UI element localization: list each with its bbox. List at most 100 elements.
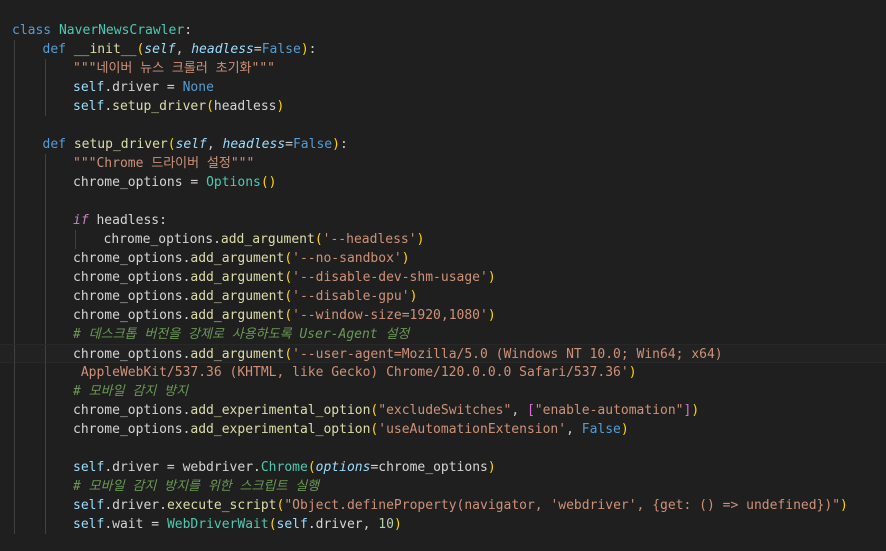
code-token: self <box>144 42 176 57</box>
indent-guide <box>14 401 15 420</box>
indent-guide <box>75 230 76 249</box>
line-text: AppleWebKit/537.36 (KHTML, like Gecko) C… <box>73 363 637 382</box>
code-token: : <box>339 137 348 152</box>
code-token: # 모바일 감지 방지를 위한 스크립트 실행 <box>73 479 320 494</box>
line-text: class NaverNewsCrawler: <box>12 21 192 40</box>
code-line[interactable]: self.driver = webdriver.Chrome(options=c… <box>0 458 886 477</box>
code-token: False <box>581 422 621 437</box>
code-token: add_argument <box>190 347 285 362</box>
code-line[interactable]: chrome_options.add_argument('--headless'… <box>0 230 886 249</box>
code-line[interactable]: self.driver.execute_script("Object.defin… <box>0 496 886 515</box>
line-text: self.driver = webdriver.Chrome(options=c… <box>73 458 496 477</box>
code-line[interactable]: # 모바일 감지 방지를 위한 스크립트 실행 <box>0 477 886 496</box>
line-text: def setup_driver(self, headless=False): <box>43 135 348 154</box>
line-text: chrome_options.add_argument('--headless'… <box>104 230 425 249</box>
code-line[interactable] <box>0 192 886 211</box>
code-token: ) <box>620 422 629 437</box>
code-line[interactable]: """네이버 뉴스 크롤러 초기화""" <box>0 59 886 78</box>
code-line[interactable]: def __init__(self, headless=False): <box>0 40 886 59</box>
code-line[interactable] <box>0 439 886 458</box>
code-token: class <box>12 23 59 38</box>
code-token: '--disable-dev-shm-usage' <box>292 270 488 285</box>
code-token: add_experimental_option <box>190 422 371 437</box>
code-token: "enable-automation" <box>534 403 684 418</box>
code-token: = <box>253 42 262 57</box>
code-token: 10 <box>378 517 394 532</box>
indent-guide <box>44 345 46 364</box>
line-text: chrome_options.add_argument('--disable-g… <box>73 287 417 306</box>
line-text: self.driver.execute_script("Object.defin… <box>73 496 848 515</box>
code-token: 'useAutomationExtension' <box>378 422 567 437</box>
code-token: : <box>308 42 317 57</box>
code-token: headless <box>222 137 286 152</box>
code-line[interactable]: chrome_options.add_experimental_option("… <box>0 401 886 420</box>
code-token: self <box>175 137 207 152</box>
code-token: AppleWebKit/537.36 (KHTML, like Gecko) C… <box>73 365 629 380</box>
indent-guide <box>14 211 15 230</box>
line-text: """네이버 뉴스 크롤러 초기화""" <box>73 59 275 78</box>
line-text: def __init__(self, headless=False): <box>43 40 317 59</box>
code-token: .wait = <box>104 517 167 532</box>
code-token: ) <box>691 403 700 418</box>
code-token: add_argument <box>220 232 315 247</box>
code-token: ( <box>284 251 293 266</box>
indent-guide <box>44 420 46 439</box>
indent-guide <box>44 173 46 192</box>
code-line[interactable]: chrome_options.add_argument('--no-sandbo… <box>0 249 886 268</box>
code-line[interactable]: chrome_options.add_argument('--window-si… <box>0 306 886 325</box>
indent-guide <box>44 230 46 249</box>
code-line[interactable]: self.wait = WebDriverWait(self.driver, 1… <box>0 515 886 534</box>
code-line[interactable]: chrome_options.add_argument('--disable-d… <box>0 268 886 287</box>
code-token: setup_driver <box>112 99 207 114</box>
code-token: .driver = webdriver. <box>104 460 261 475</box>
code-line[interactable]: chrome_options.add_argument('--disable-g… <box>0 287 886 306</box>
code-line[interactable]: class NaverNewsCrawler: <box>0 21 886 40</box>
code-line[interactable]: AppleWebKit/537.36 (KHTML, like Gecko) C… <box>0 363 886 382</box>
code-token: execute_script <box>166 498 277 513</box>
code-line[interactable]: self.driver = None <box>0 78 886 97</box>
indent-guide <box>14 116 15 135</box>
indent-guide <box>44 496 46 515</box>
code-token: def <box>42 137 74 152</box>
code-token: ( <box>284 347 293 362</box>
code-line[interactable]: if headless: <box>0 211 886 230</box>
code-line[interactable]: # 데스크톱 버전을 강제로 사용하도록 User-Agent 설정 <box>0 325 886 344</box>
code-token: self <box>73 460 105 475</box>
code-line[interactable]: # 모바일 감지 방지 <box>0 382 886 401</box>
code-token: ( <box>284 289 293 304</box>
code-token: # 모바일 감지 방지 <box>73 384 189 399</box>
indent-guide <box>14 59 15 78</box>
indent-guide <box>44 401 46 420</box>
indent-guide <box>14 325 15 344</box>
code-token: ( <box>284 270 293 285</box>
line-text: self.wait = WebDriverWait(self.driver, 1… <box>73 515 402 534</box>
code-token: .driver. <box>104 498 167 513</box>
indent-guide <box>14 496 15 515</box>
code-line[interactable]: """Chrome 드라이버 설정""" <box>0 154 886 173</box>
line-text: if headless: <box>73 211 167 230</box>
code-line[interactable]: chrome_options = Options() <box>0 173 886 192</box>
indent-guide <box>44 192 46 211</box>
line-text: chrome_options.add_experimental_option('… <box>73 420 629 439</box>
indent-guide <box>14 439 15 458</box>
line-text: chrome_options.add_argument('--no-sandbo… <box>73 249 410 268</box>
code-token: NaverNewsCrawler <box>58 23 185 38</box>
code-token: # 데스크톱 버전을 강제로 사용하도록 User-Agent 설정 <box>73 327 410 342</box>
code-line[interactable]: chrome_options.add_argument('--user-agen… <box>0 344 886 364</box>
indent-guide <box>14 192 15 211</box>
code-token: ) <box>276 99 285 114</box>
code-token: ( <box>307 460 316 475</box>
code-token: ) <box>300 42 309 57</box>
code-line[interactable]: self.setup_driver(headless) <box>0 97 886 116</box>
code-token: , <box>175 42 192 57</box>
code-line[interactable]: def setup_driver(self, headless=False): <box>0 135 886 154</box>
indent-guide <box>14 40 15 59</box>
code-token: , <box>566 422 582 437</box>
code-editor[interactable]: class NaverNewsCrawler: def __init__(self… <box>0 0 886 551</box>
line-text: # 데스크톱 버전을 강제로 사용하도록 User-Agent 설정 <box>73 325 409 344</box>
code-line[interactable] <box>0 116 886 135</box>
line-text: chrome_options.add_argument('--user-agen… <box>73 345 723 364</box>
indent-guide <box>44 78 46 97</box>
code-line[interactable]: chrome_options.add_experimental_option('… <box>0 420 886 439</box>
code-token: self <box>73 80 105 95</box>
